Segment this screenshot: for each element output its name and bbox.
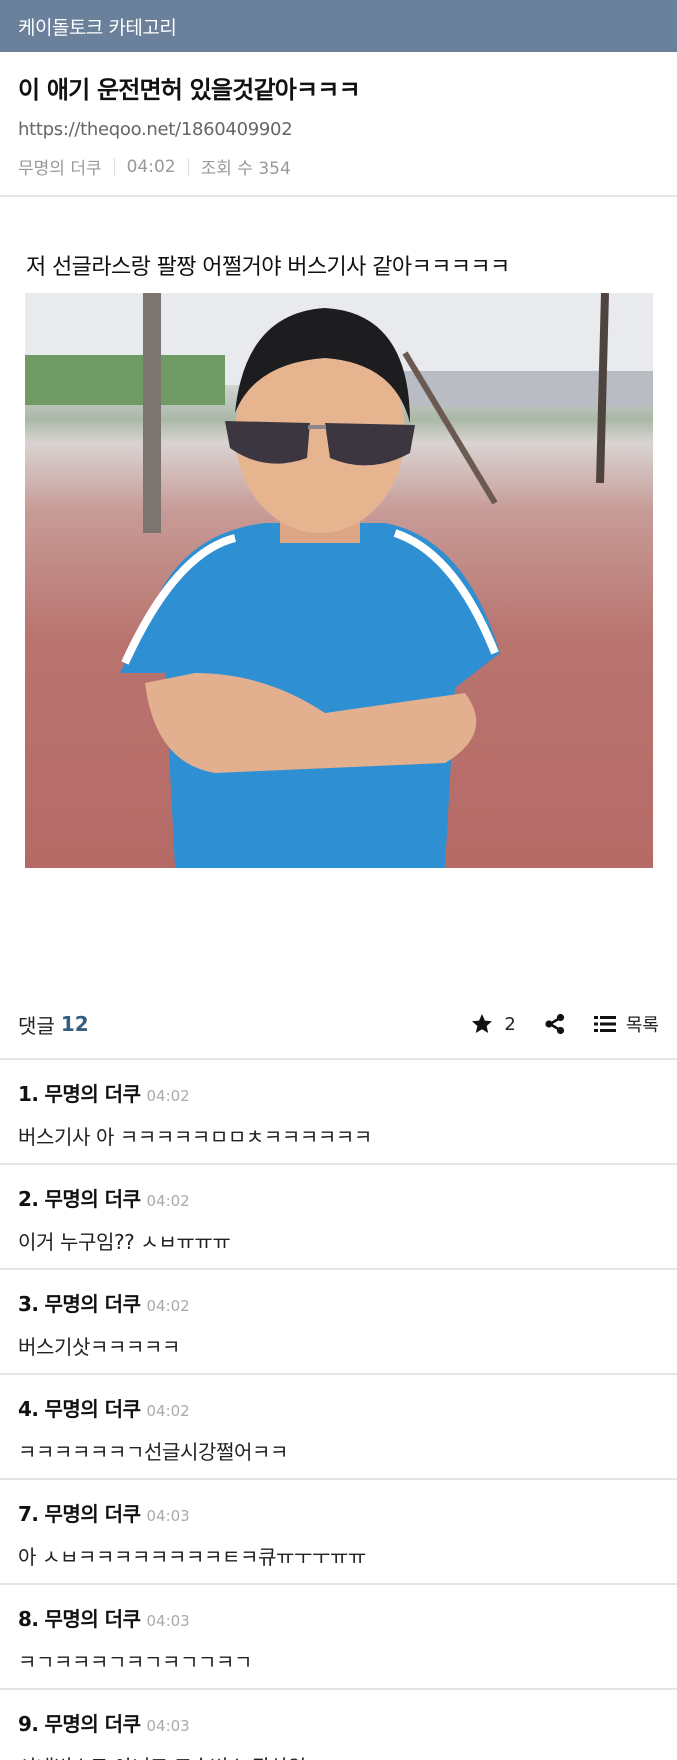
comment-text: 버스기사 아 ㅋㅋㅋㅋㅋㅁㅁㅊㅋㅋㅋㅋㅋㅋ xyxy=(18,1125,372,1149)
comment-item: 2. 무명의 더쿠 04:02 이거 누구임?? ㅅㅂㅠㅠㅠ xyxy=(0,1165,677,1270)
share-button[interactable] xyxy=(544,1013,566,1035)
share-icon xyxy=(545,1013,564,1035)
comment-header: 3. 무명의 더쿠 04:02 xyxy=(18,1288,659,1317)
meta-divider xyxy=(187,157,189,176)
list-label: 목록 xyxy=(625,1015,659,1036)
comment-header: 7. 무명의 더쿠 04:03 xyxy=(18,1498,659,1527)
list-button[interactable]: 목록 xyxy=(593,1011,659,1037)
comment-text: 이거 누구임?? ㅅㅂㅠㅠㅠ xyxy=(18,1230,231,1254)
comment-author: 무명의 더쿠 xyxy=(44,1082,141,1106)
list-icon xyxy=(593,1016,616,1032)
comment-author: 무명의 더쿠 xyxy=(44,1397,141,1421)
post-url[interactable]: https://theqoo.net/1860409902 xyxy=(18,119,659,140)
comment-header: 9. 무명의 더쿠 04:03 xyxy=(18,1708,659,1737)
comment-item: 7. 무명의 더쿠 04:03 아 ㅅㅂㅋㅋㅋㅋㅋㅋㅋㅋㅌㅋ큐ㅠㅜㅜㅠㅠ xyxy=(0,1480,677,1585)
comment-header: 2. 무명의 더쿠 04:02 xyxy=(18,1183,659,1212)
post-time: 04:02 xyxy=(126,156,176,177)
comment-time: 04:02 xyxy=(146,1297,190,1315)
meta-divider xyxy=(113,157,115,176)
comment-author: 무명의 더쿠 xyxy=(44,1292,141,1316)
comment-number: 1. xyxy=(18,1082,39,1106)
comment-count: 12 xyxy=(60,1012,89,1036)
category-title[interactable]: 케이돌토크 카테고리 xyxy=(18,13,177,40)
star-count: 2 xyxy=(504,1013,516,1035)
comment-item: 3. 무명의 더쿠 04:02 버스기삿ㅋㅋㅋㅋㅋ xyxy=(0,1270,677,1375)
comment-number: 7. xyxy=(18,1502,39,1526)
comment-author: 무명의 더쿠 xyxy=(44,1187,141,1211)
comment-time: 04:03 xyxy=(146,1507,190,1525)
comment-text: 버스기삿ㅋㅋㅋㅋㅋ xyxy=(18,1335,180,1359)
comment-author: 무명의 더쿠 xyxy=(44,1502,141,1526)
comment-header: 8. 무명의 더쿠 04:03 xyxy=(18,1603,659,1632)
comment-number: 9. xyxy=(18,1712,39,1736)
post-body: 저 선글라스랑 팔짱 어쩔거야 버스기사 같아ㅋㅋㅋㅋㅋ xyxy=(0,197,677,868)
star-icon xyxy=(472,1014,493,1033)
comment-number: 3. xyxy=(18,1292,39,1316)
comment-time: 04:03 xyxy=(146,1612,190,1630)
post-header: 이 애기 운전면허 있을것같아ㅋㅋㅋ https://theqoo.net/18… xyxy=(0,52,677,197)
post-meta: 무명의 더쿠 04:02 조회 수 354 xyxy=(18,154,659,180)
post-author: 무명의 더쿠 xyxy=(18,159,102,179)
comment-item: 4. 무명의 더쿠 04:02 ㅋㅋㅋㅋㅋㅋㄱ선글시강쩔어ㅋㅋ xyxy=(0,1375,677,1480)
comment-header: 1. 무명의 더쿠 04:02 xyxy=(18,1078,659,1107)
star-button[interactable]: 2 xyxy=(470,1012,516,1036)
post-views: 조회 수 354 xyxy=(200,159,291,179)
comment-author: 무명의 더쿠 xyxy=(44,1607,141,1631)
comment-time: 04:02 xyxy=(146,1192,190,1210)
comment-count-label: 댓글 xyxy=(18,1013,55,1038)
comment-item: 9. 무명의 더쿠 04:03 시내버스도 아니고 고속버스 관상임 xyxy=(0,1690,677,1760)
comment-text: 아 ㅅㅂㅋㅋㅋㅋㅋㅋㅋㅋㅌㅋ큐ㅠㅜㅜㅠㅠ xyxy=(18,1545,366,1569)
post-actions: 2 목록 xyxy=(470,1011,659,1037)
comment-author: 무명의 더쿠 xyxy=(44,1712,141,1736)
comment-item: 8. 무명의 더쿠 04:03 ㅋㄱㅋㅋㅋㄱㅋㄱㅋㄱㄱㅋㄱ xyxy=(0,1585,677,1690)
comment-item: 1. 무명의 더쿠 04:02 버스기사 아 ㅋㅋㅋㅋㅋㅁㅁㅊㅋㅋㅋㅋㅋㅋ xyxy=(0,1060,677,1165)
post-photo xyxy=(25,293,653,868)
comment-time: 04:02 xyxy=(146,1087,190,1105)
category-header[interactable]: 케이돌토크 카테고리 xyxy=(0,0,677,52)
comment-list: 1. 무명의 더쿠 04:02 버스기사 아 ㅋㅋㅋㅋㅋㅁㅁㅊㅋㅋㅋㅋㅋㅋ 2.… xyxy=(0,1060,677,1760)
comment-time: 04:02 xyxy=(146,1402,190,1420)
comment-text: ㅋㄱㅋㅋㅋㄱㅋㄱㅋㄱㄱㅋㄱ xyxy=(18,1650,252,1674)
post-title: 이 애기 운전면허 있을것같아ㅋㅋㅋ xyxy=(18,76,361,104)
post-body-text: 저 선글라스랑 팔짱 어쩔거야 버스기사 같아ㅋㅋㅋㅋㅋ xyxy=(26,255,510,280)
comment-number: 2. xyxy=(18,1187,39,1211)
comment-text: ㅋㅋㅋㅋㅋㅋㄱ선글시강쩔어ㅋㅋ xyxy=(18,1440,288,1464)
comment-text: 시내버스도 아니고 고속버스 관상임 xyxy=(18,1751,659,1760)
comment-header: 4. 무명의 더쿠 04:02 xyxy=(18,1393,659,1422)
comment-time: 04:03 xyxy=(146,1717,190,1735)
comment-toolbar: 댓글 12 2 목록 xyxy=(0,990,677,1060)
photo-illustration xyxy=(25,293,653,868)
comment-number: 4. xyxy=(18,1397,39,1421)
comment-number: 8. xyxy=(18,1607,39,1631)
